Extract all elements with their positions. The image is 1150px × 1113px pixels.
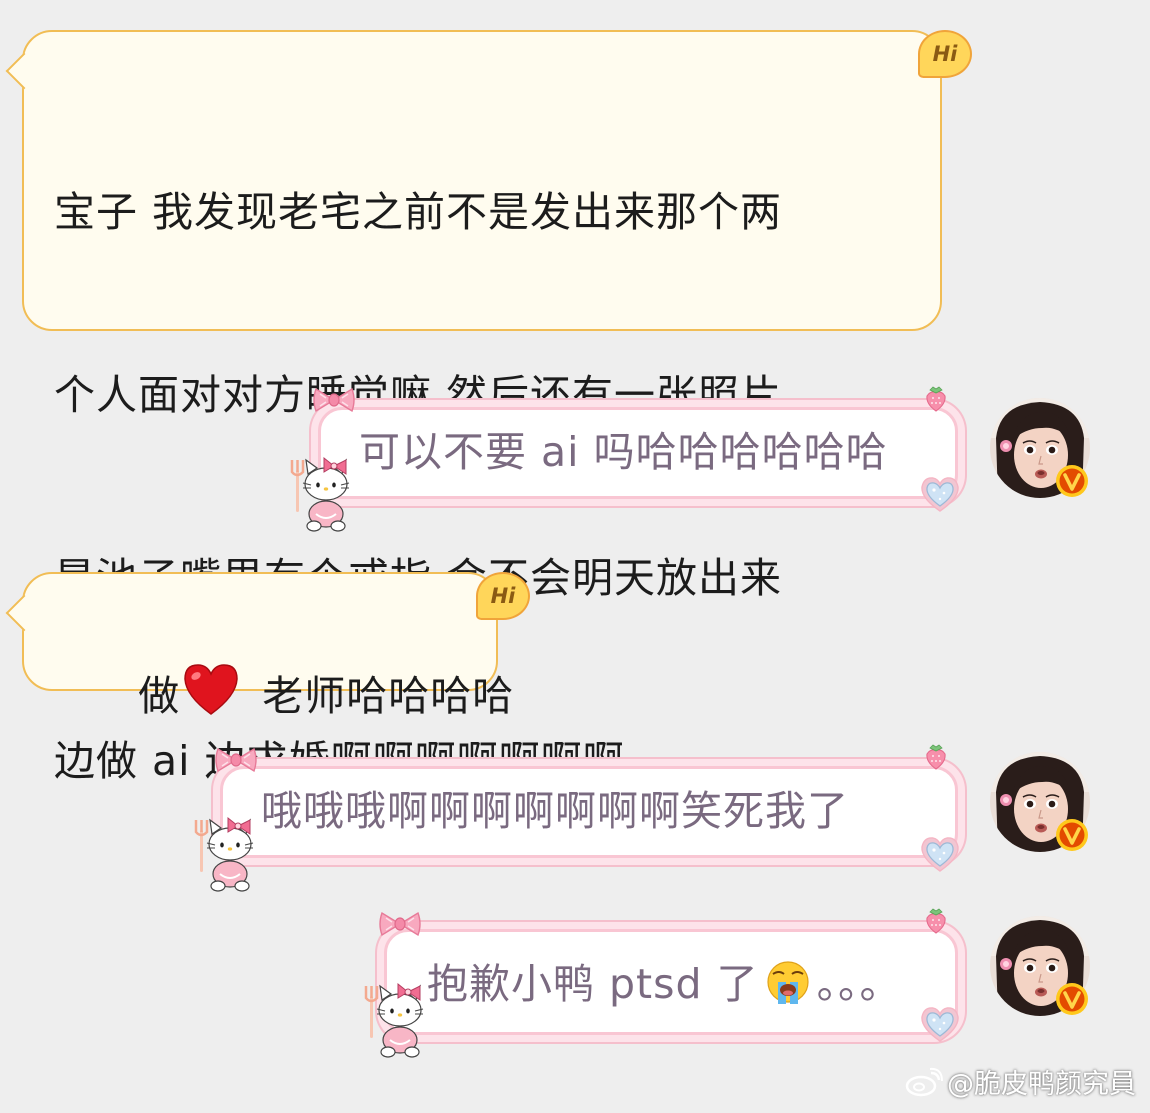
message-text: 可以不要 ai 吗哈哈哈哈哈哈 (359, 428, 888, 476)
heart-charm-icon (918, 1004, 962, 1044)
heart-charm-icon (918, 834, 962, 874)
message-text: 哦哦哦啊啊啊啊啊啊啊笑死我了 (261, 787, 849, 835)
hello-kitty-sticker-icon (364, 978, 434, 1058)
outgoing-message-bubble[interactable]: 可以不要 ai 吗哈哈哈哈哈哈 (318, 407, 958, 499)
hi-badge: Hi (918, 30, 972, 78)
avatar[interactable] (990, 916, 1090, 1016)
message-line: 宝子 我发现老宅之前不是发出来那个两 (54, 188, 783, 236)
hello-kitty-sticker-icon (194, 812, 264, 892)
watermark-text: @脆皮鸭颜究員 (947, 1069, 1136, 1100)
strawberry-icon (924, 384, 948, 412)
red-heart-icon (184, 664, 238, 715)
heart-charm-icon (918, 474, 962, 514)
incoming-message-bubble[interactable]: 宝子 我发现老宅之前不是发出来那个两 个人面对对方睡觉嘛 然后还有一张照片 是池… (5, 30, 942, 785)
message-text: 抱歉小鸭 ptsd 了。。。 (427, 960, 902, 1008)
chat-area[interactable]: 宝子 我发现老宅之前不是发出来那个两 个人面对对方睡觉嘛 然后还有一张照片 是池… (0, 0, 1150, 1113)
incoming-message-bubble[interactable]: 做 老师哈哈哈哈 (5, 572, 513, 720)
avatar[interactable] (990, 398, 1090, 498)
avatar[interactable] (990, 752, 1090, 852)
weibo-icon (905, 1067, 943, 1096)
strawberry-icon (924, 906, 948, 934)
bow-icon (214, 746, 258, 774)
strawberry-icon (924, 742, 948, 770)
outgoing-message-bubble[interactable]: 抱歉小鸭 ptsd 了。。。 (384, 929, 958, 1035)
message-text: 老师哈哈哈哈 (248, 672, 515, 720)
hi-badge: Hi (476, 572, 530, 620)
message-text: 做 (138, 672, 181, 720)
outgoing-message-bubble[interactable]: 哦哦哦啊啊啊啊啊啊啊笑死我了 (220, 766, 958, 858)
loudly-crying-face-icon (766, 961, 809, 1004)
bow-icon (378, 910, 422, 938)
hello-kitty-sticker-icon (290, 452, 360, 532)
watermark: @脆皮鸭颜究員 (905, 1062, 1136, 1101)
bow-icon (312, 386, 356, 414)
